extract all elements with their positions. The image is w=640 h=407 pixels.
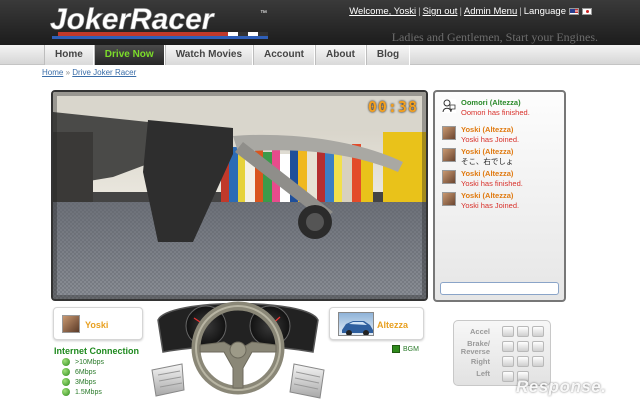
car-thumbnail: [338, 312, 374, 336]
key-icon: [502, 371, 514, 382]
nav-account[interactable]: Account: [253, 45, 316, 65]
connection-option-3mbps[interactable]: 3Mbps: [62, 378, 96, 386]
user-photo-avatar: [442, 170, 456, 184]
breadcrumb-separator: »: [65, 68, 71, 77]
chat-input[interactable]: [440, 282, 559, 295]
breadcrumb-current[interactable]: Drive Joker Racer: [72, 68, 136, 77]
camera-scene: [53, 92, 426, 299]
chat-panel: Oomori (Altezza) Oomori has finished. Yo…: [433, 90, 566, 302]
nav-about[interactable]: About: [315, 45, 366, 65]
chat-author: Oomori (Altezza): [461, 98, 521, 107]
checkbox-icon[interactable]: [392, 345, 400, 353]
connection-option-10mbps[interactable]: >10Mbps: [62, 358, 104, 366]
key-icon: [502, 326, 514, 337]
site-header: JokerRacer ™ Welcome, Yoski | Sign out | Adm…: [0, 0, 640, 45]
player-name: Yoski: [85, 320, 109, 330]
radio-icon[interactable]: [62, 368, 70, 376]
us-flag-icon[interactable]: [569, 7, 579, 15]
key-icon: [532, 356, 544, 367]
radio-icon[interactable]: [62, 378, 70, 386]
welcome-link[interactable]: Welcome, Yoski: [349, 6, 416, 17]
breadcrumb: Home » Drive Joker Racer: [42, 68, 136, 77]
language-label: Language: [523, 6, 566, 17]
player-card: Yoski: [53, 307, 143, 340]
nav-watch-movies[interactable]: Watch Movies: [164, 45, 254, 65]
car-card: Altezza: [329, 307, 424, 340]
control-label-left: Left: [476, 369, 490, 378]
nav-blog[interactable]: Blog: [365, 45, 411, 65]
internet-connection-title: Internet Connection: [54, 346, 139, 356]
key-icon: [502, 341, 514, 352]
logo-text: JokerRacer: [50, 3, 216, 36]
key-icon: [517, 341, 529, 352]
key-icon: [532, 341, 544, 352]
sign-out-link[interactable]: Sign out: [423, 6, 458, 17]
key-icon: [517, 326, 529, 337]
breadcrumb-home[interactable]: Home: [42, 68, 63, 77]
response-watermark: Response.: [516, 377, 607, 396]
page: JokerRacer ™ Welcome, Yoski | Sign out | Adm…: [0, 0, 640, 407]
japan-flag-icon[interactable]: [582, 7, 592, 15]
accelerator-pedal-icon[interactable]: [289, 363, 325, 399]
camera-video-feed[interactable]: 00:38: [51, 90, 428, 301]
radio-icon[interactable]: [62, 388, 70, 396]
chat-author: Yoski (Altezza): [461, 125, 514, 134]
main-nav: Home Drive Now Watch Movies Account Abou…: [0, 45, 640, 65]
chat-text: そこ、右でしょ: [461, 157, 514, 166]
tagline: Ladies and Gentlemen, Start your Engines…: [391, 30, 598, 44]
control-label-accel: Accel: [469, 327, 490, 336]
svg-text:™: ™: [260, 10, 267, 17]
key-icon: [517, 356, 529, 367]
connection-option-1-5mbps[interactable]: 1.5Mbps: [62, 388, 102, 396]
chat-author: Yoski (Altezza): [461, 169, 514, 178]
connection-option-6mbps[interactable]: 6Mbps: [62, 368, 96, 376]
user-bar: Welcome, Yoski | Sign out | Admin Menu | Langu…: [349, 6, 592, 17]
bgm-toggle[interactable]: BGM: [392, 345, 419, 353]
race-timer: 00:38: [367, 98, 418, 116]
chat-author: Yoski (Altezza): [461, 147, 514, 156]
brake-pedal-icon[interactable]: [151, 363, 185, 397]
admin-menu-link[interactable]: Admin Menu: [464, 6, 517, 17]
key-icon: [532, 326, 544, 337]
car-name: Altezza: [377, 320, 409, 330]
user-photo-avatar: [442, 148, 456, 162]
user-photo-avatar: [442, 192, 456, 206]
chat-text: Yoski has Joined.: [461, 135, 520, 144]
joker-racer-logo[interactable]: JokerRacer ™: [48, 3, 283, 41]
radio-icon[interactable]: [62, 358, 70, 366]
agent-icon: [442, 99, 456, 113]
steering-dashboard[interactable]: [148, 290, 328, 407]
control-label-reverse: Reverse: [460, 347, 490, 356]
control-label-right: Right: [470, 357, 490, 366]
chat-text: Oomori has finished.: [461, 108, 530, 117]
user-photo-avatar: [442, 126, 456, 140]
nav-home[interactable]: Home: [44, 45, 94, 65]
key-icon: [502, 356, 514, 367]
player-avatar: [62, 315, 80, 333]
nav-drive-now[interactable]: Drive Now: [93, 45, 165, 65]
chat-text: Yoski has Joined.: [461, 201, 520, 210]
chat-author: Yoski (Altezza): [461, 191, 514, 200]
chat-text: Yoski has finished.: [461, 179, 523, 188]
